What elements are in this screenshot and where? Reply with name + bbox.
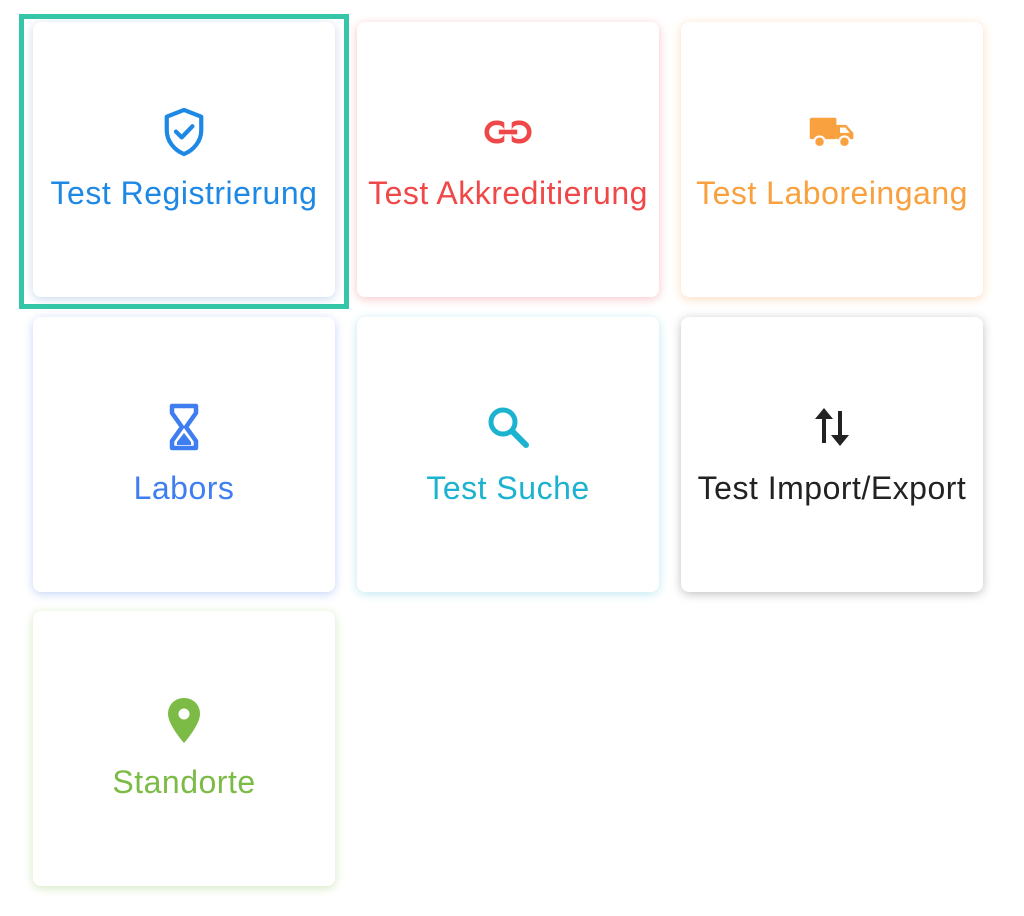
tile-grid: Test Registrierung Test Akkreditierung T… [0,0,1024,916]
tile-label: Standorte [112,763,256,800]
tile-test-import-export[interactable]: Test Import/Export [681,317,983,592]
shield-check-icon [160,107,208,156]
tile-label: Test Laboreingang [696,174,968,211]
tile-label: Test Suche [426,469,590,506]
truck-icon [808,108,856,156]
import-export-icon [808,403,856,451]
tile-label: Labors [133,469,235,506]
tile-test-akkreditierung[interactable]: Test Akkreditierung [357,22,659,297]
tile-test-registrierung[interactable]: Test Registrierung [33,22,335,297]
tile-test-suche[interactable]: Test Suche [357,317,659,592]
tile-standorte[interactable]: Standorte [33,611,335,886]
tile-label: Test Registrierung [50,174,318,211]
tile-label: Test Import/Export [697,469,967,506]
hourglass-icon [160,403,208,451]
search-icon [484,403,532,451]
link-icon [484,108,532,156]
tile-test-laboreingang[interactable]: Test Laboreingang [681,22,983,297]
tile-label: Test Akkreditierung [368,174,648,211]
location-pin-icon [160,697,208,745]
tile-labors[interactable]: Labors [33,317,335,592]
